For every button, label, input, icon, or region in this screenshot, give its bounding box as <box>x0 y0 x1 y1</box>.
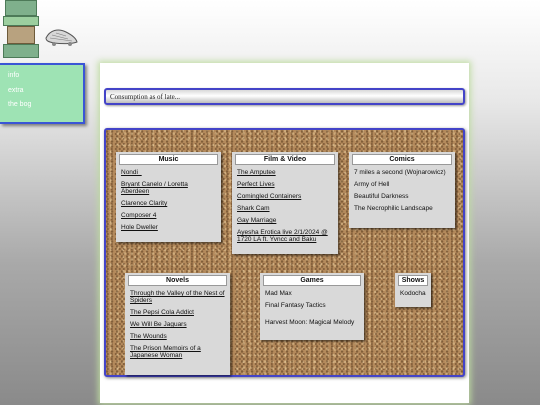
list-item-link[interactable]: Bryant Canelo / Loretta Aberdeen <box>121 181 216 195</box>
list-item-link[interactable]: The Wounds <box>130 333 225 340</box>
card-title: Comics <box>352 154 452 165</box>
card-title: Film & Video <box>235 154 335 165</box>
main-page: Consumption as of late... Music Nondi_ B… <box>100 63 469 403</box>
sidebar-nav: info extra the bog <box>0 63 85 124</box>
list-item-link[interactable]: Nondi_ <box>121 169 216 176</box>
card-title: Novels <box>128 275 227 286</box>
list-item: Harvest Moon: Magical Melody <box>265 319 355 326</box>
page-title-bar: Consumption as of late... <box>104 88 465 105</box>
card-comics: Comics 7 miles a second (Wojnarowicz) Ar… <box>349 152 455 228</box>
list-item: Mad Max <box>265 290 292 297</box>
list-item-link[interactable]: Composer 4 <box>121 212 216 219</box>
list-item-link[interactable]: The Pepsi Cola Addict <box>130 309 225 316</box>
skate-sketch-image <box>45 29 78 46</box>
list-item: Army of Hell <box>354 181 390 188</box>
list-item-link[interactable]: Ayesha Erotica live 2/1/2024 @ 1720 LA f… <box>237 229 333 243</box>
corkboard: Music Nondi_ Bryant Canelo / Loretta Abe… <box>104 128 465 377</box>
list-item-link[interactable]: Perfect Lives <box>237 181 333 188</box>
list-item-link[interactable]: The Prison Memoirs of a Japanese Woman <box>130 345 225 359</box>
list-item-link[interactable]: The Amputee <box>237 169 333 176</box>
card-title: Shows <box>398 275 428 286</box>
list-item: Beautiful Darkness <box>354 193 409 200</box>
list-item-link[interactable]: Gay Marriage <box>237 217 333 224</box>
card-novels: Novels Through the Valley of the Nest of… <box>125 273 230 375</box>
pipe-decoration <box>3 0 39 62</box>
list-item-link[interactable]: Shark Cam <box>237 205 333 212</box>
card-games: Games Mad Max Final Fantasy Tactics Harv… <box>260 273 364 340</box>
list-item-link[interactable]: Through the Valley of the Nest of Spider… <box>130 290 225 304</box>
list-item: Final Fantasy Tactics <box>265 302 326 309</box>
nav-link-extra[interactable]: extra <box>8 87 83 94</box>
list-item: Kodocha <box>400 290 426 297</box>
card-title: Music <box>119 154 218 165</box>
card-shows: Shows Kodocha <box>395 273 431 307</box>
list-item-link[interactable]: We Will Be Jaguars <box>130 321 225 328</box>
list-item-link[interactable]: Clarence Clarity <box>121 200 216 207</box>
list-item-link[interactable]: Hole Dweller <box>121 224 216 231</box>
card-music: Music Nondi_ Bryant Canelo / Loretta Abe… <box>116 152 221 242</box>
card-title: Games <box>263 275 361 286</box>
list-item-link[interactable]: Comingled Containers <box>237 193 333 200</box>
nav-link-the-bog[interactable]: the bog <box>8 101 83 108</box>
card-film-video: Film & Video The Amputee Perfect Lives C… <box>232 152 338 254</box>
list-item: The Necrophilic Landscape <box>354 205 433 212</box>
list-item: 7 miles a second (Wojnarowicz) <box>354 169 446 176</box>
nav-link-info[interactable]: info <box>8 72 83 79</box>
